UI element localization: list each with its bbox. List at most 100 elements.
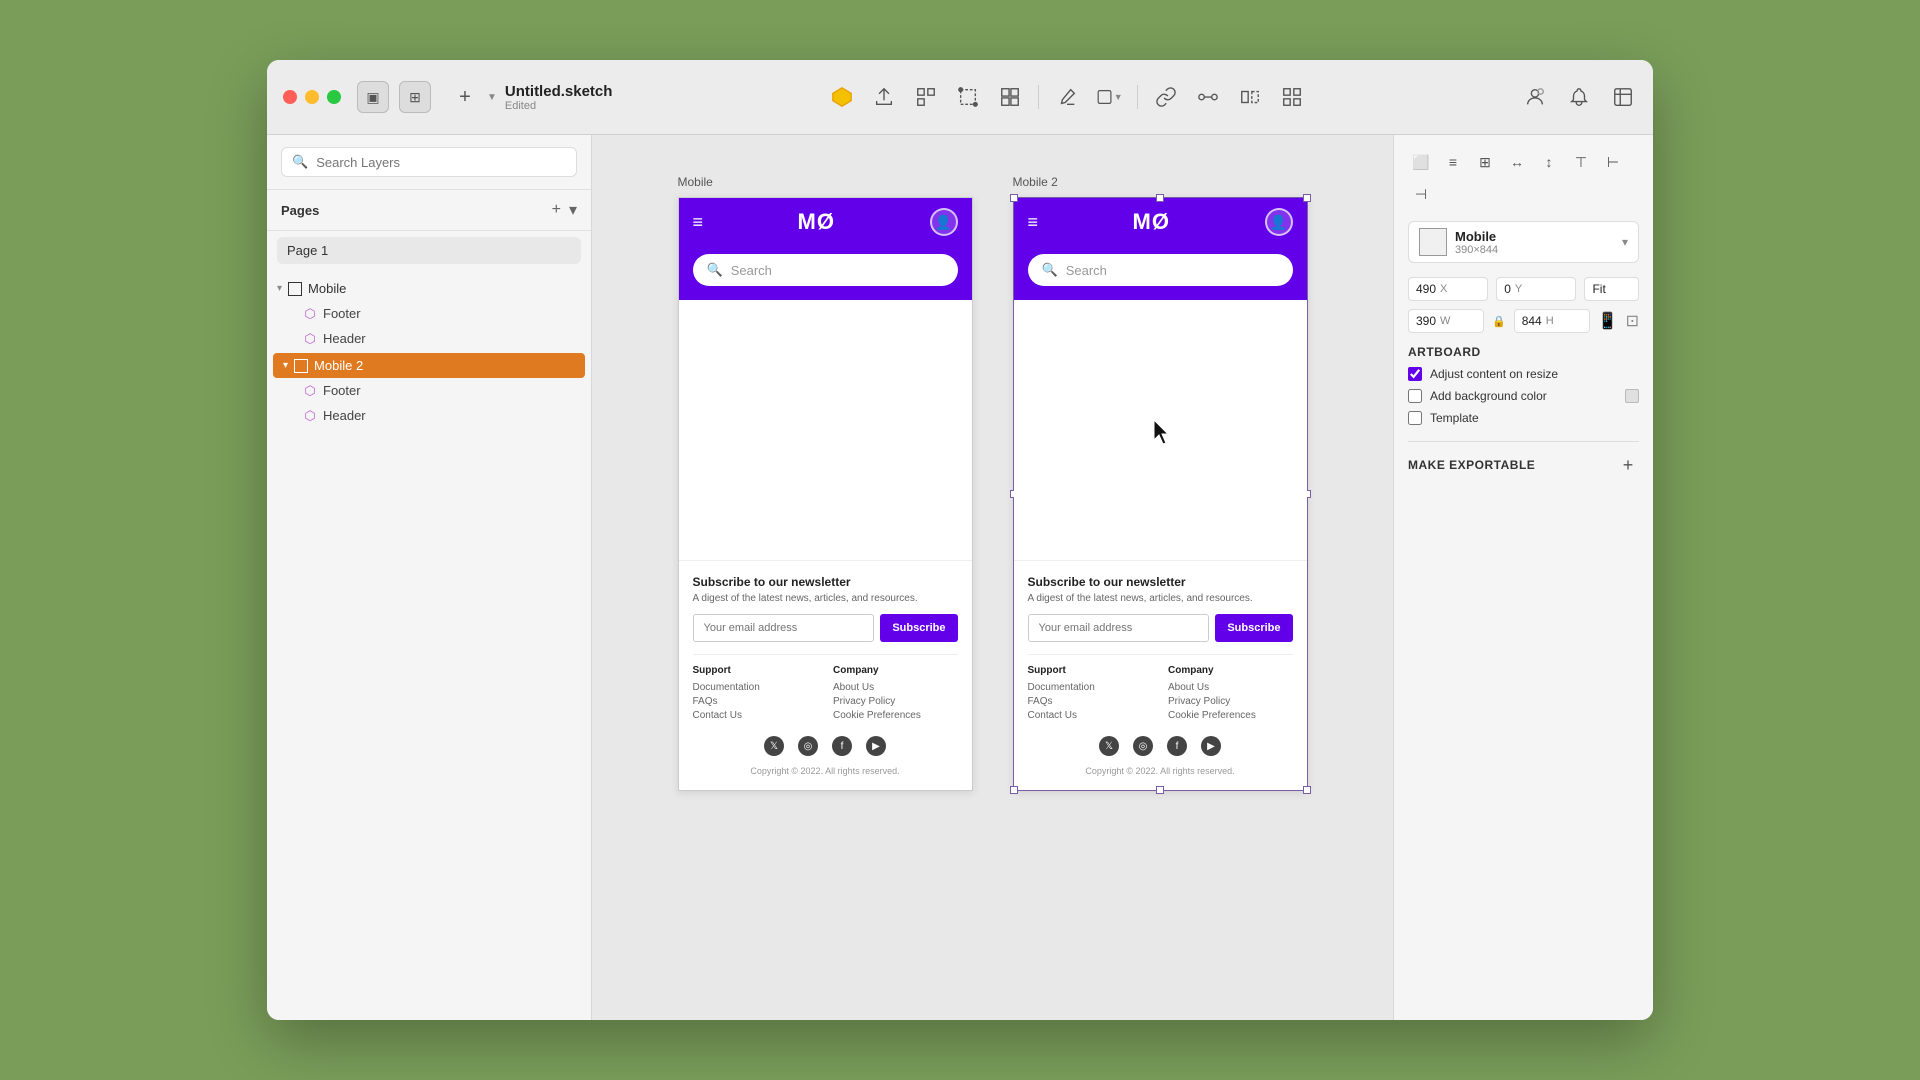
artboard1[interactable]: ≡ MØ 👤 🔍 Search Subs — [678, 197, 973, 791]
mobile2-footer-item[interactable]: ⬡ Footer — [293, 378, 591, 403]
collaborators-icon[interactable] — [1521, 83, 1549, 111]
cursor — [1154, 420, 1174, 453]
add-page-button[interactable]: + — [552, 201, 561, 219]
artboard2-contact-link[interactable]: Contact Us — [1028, 710, 1153, 721]
artboard2-about-link[interactable]: About Us — [1168, 682, 1293, 693]
mobile-footer-item[interactable]: ⬡ Footer — [293, 301, 591, 326]
artboard1-container: Mobile ≡ MØ 👤 🔍 Search — [678, 175, 973, 791]
handle-top-mid[interactable] — [1156, 194, 1164, 202]
artboard2-support-col: Support Documentation FAQs Contact Us — [1028, 665, 1153, 724]
prop-icon-3[interactable]: ⊣ — [1408, 181, 1434, 207]
mirror-icon[interactable] — [1236, 83, 1264, 111]
artboard2-cookie-link[interactable]: Cookie Preferences — [1168, 710, 1293, 721]
mobile2-header-item[interactable]: ⬡ Header — [293, 403, 591, 428]
handle-bottom-mid[interactable] — [1156, 786, 1164, 794]
artboard1-email-input[interactable] — [693, 614, 875, 642]
align-right-button[interactable]: ⊞ — [1472, 149, 1498, 175]
handle-bottom-right[interactable] — [1303, 786, 1311, 794]
maximize-button[interactable] — [327, 90, 341, 104]
align-list-button[interactable]: ≡ — [1440, 149, 1466, 175]
mobile-header-item[interactable]: ⬡ Header — [293, 326, 591, 351]
shape-picker[interactable]: ▼ — [1095, 83, 1123, 111]
template-checkbox[interactable] — [1408, 411, 1422, 425]
app-window: ▣ ⊞ + ▼ Untitled.sketch Edited — [267, 60, 1653, 1020]
artboard1-instagram-icon[interactable]: ◎ — [798, 736, 818, 756]
artboard2-support-title: Support — [1028, 665, 1153, 676]
arrange-icon[interactable] — [912, 83, 940, 111]
artboard1-subscribe-button[interactable]: Subscribe — [880, 614, 957, 642]
bg-color-checkbox[interactable] — [1408, 389, 1422, 403]
color-swatch[interactable] — [1625, 389, 1639, 403]
minimize-button[interactable] — [305, 90, 319, 104]
artboard1-about-link[interactable]: About Us — [833, 682, 958, 693]
pages-dropdown-button[interactable]: ▾ — [569, 200, 577, 220]
artboard2-instagram-icon[interactable]: ◎ — [1133, 736, 1153, 756]
x-field[interactable]: 490 X — [1408, 277, 1488, 301]
h-field[interactable]: 844 H — [1514, 309, 1590, 333]
artboard1-contact-link[interactable]: Contact Us — [693, 710, 818, 721]
artboard2-twitter-icon[interactable]: 𝕏 — [1099, 736, 1119, 756]
zoom-icon[interactable] — [1278, 83, 1306, 111]
artboard2-privacy-link[interactable]: Privacy Policy — [1168, 696, 1293, 707]
prop-icon-2[interactable]: ⊢ — [1600, 149, 1626, 175]
pages-title: Pages — [281, 203, 319, 218]
adjust-content-checkbox[interactable] — [1408, 367, 1422, 381]
grid-view-button[interactable]: ⊞ — [399, 81, 431, 113]
components-icon[interactable] — [996, 83, 1024, 111]
mobile-artboard-header[interactable]: ▾ Mobile — [267, 276, 591, 301]
single-view-button[interactable]: ▣ — [357, 81, 389, 113]
artboard1-facebook-icon[interactable]: f — [832, 736, 852, 756]
add-export-button[interactable]: + — [1617, 454, 1639, 476]
artboard2-newsletter-sub: A digest of the latest news, articles, a… — [1028, 593, 1293, 604]
artboard1-footer: Subscribe to our newsletter A digest of … — [679, 560, 972, 790]
artboard1-cookie-link[interactable]: Cookie Preferences — [833, 710, 958, 721]
artboard2-facebook-icon[interactable]: f — [1167, 736, 1187, 756]
mobile-device-icon: 📱 — [1598, 311, 1618, 331]
pen-icon[interactable] — [1053, 83, 1081, 111]
mobile2-artboard-header[interactable]: ▾ Mobile 2 — [273, 353, 585, 378]
mobile2-chevron-icon: ▾ — [283, 360, 288, 371]
artboard1-search-input[interactable]: 🔍 Search — [693, 254, 958, 286]
fit-field[interactable]: Fit — [1584, 277, 1639, 301]
artboard1-docs-link[interactable]: Documentation — [693, 682, 818, 693]
artboard2-subscribe-button[interactable]: Subscribe — [1215, 614, 1292, 642]
close-button[interactable] — [283, 90, 297, 104]
artboard2-footer: Subscribe to our newsletter A digest of … — [1014, 560, 1307, 790]
artboard2-docs-link[interactable]: Documentation — [1028, 682, 1153, 693]
expand-icon[interactable] — [1609, 83, 1637, 111]
artboard1-twitter-icon[interactable]: 𝕏 — [764, 736, 784, 756]
artboard-selector[interactable]: Mobile 390×844 ▾ — [1408, 221, 1639, 263]
search-layers-wrap[interactable]: 🔍 — [281, 147, 577, 177]
artboard2-label: Mobile 2 — [1013, 175, 1058, 189]
upload-icon[interactable] — [870, 83, 898, 111]
prop-icon-1[interactable]: ⊤ — [1568, 149, 1594, 175]
artboard1-youtube-icon[interactable]: ▶ — [866, 736, 886, 756]
notifications-icon[interactable] — [1565, 83, 1593, 111]
transform-icon[interactable] — [954, 83, 982, 111]
artboard2-youtube-icon[interactable]: ▶ — [1201, 736, 1221, 756]
add-button[interactable]: + — [451, 83, 479, 111]
flip-h-button[interactable]: ↔ — [1504, 149, 1530, 175]
title-right-actions — [1521, 83, 1637, 111]
y-field[interactable]: 0 Y — [1496, 277, 1576, 301]
w-field[interactable]: 390 W — [1408, 309, 1484, 333]
handle-bottom-left[interactable] — [1010, 786, 1018, 794]
search-layers-input[interactable] — [316, 155, 566, 170]
page-1-item[interactable]: Page 1 — [277, 237, 581, 264]
handle-top-right[interactable] — [1303, 194, 1311, 202]
handle-top-left[interactable] — [1010, 194, 1018, 202]
link-icon[interactable] — [1152, 83, 1180, 111]
align-left-button[interactable]: ⬜ — [1408, 149, 1434, 175]
sketch-icon[interactable] — [828, 83, 856, 111]
flip-v-button[interactable]: ↕ — [1536, 149, 1562, 175]
artboard2-email-input[interactable] — [1028, 614, 1210, 642]
artboard1-privacy-link[interactable]: Privacy Policy — [833, 696, 958, 707]
right-sidebar: ⬜ ≡ ⊞ ↔ ↕ ⊤ ⊢ ⊣ Mobile 390×844 ▾ — [1393, 135, 1653, 1020]
artboard2-faqs-link[interactable]: FAQs — [1028, 696, 1153, 707]
artboard1-faqs-link[interactable]: FAQs — [693, 696, 818, 707]
artboard2[interactable]: ≡ MØ 👤 🔍 Search — [1013, 197, 1308, 791]
lock-icon[interactable]: 🔒 — [1492, 315, 1506, 328]
canvas[interactable]: Mobile ≡ MØ 👤 🔍 Search — [592, 135, 1393, 1020]
prototype-icon[interactable] — [1194, 83, 1222, 111]
artboard2-search-input[interactable]: 🔍 Search — [1028, 254, 1293, 286]
